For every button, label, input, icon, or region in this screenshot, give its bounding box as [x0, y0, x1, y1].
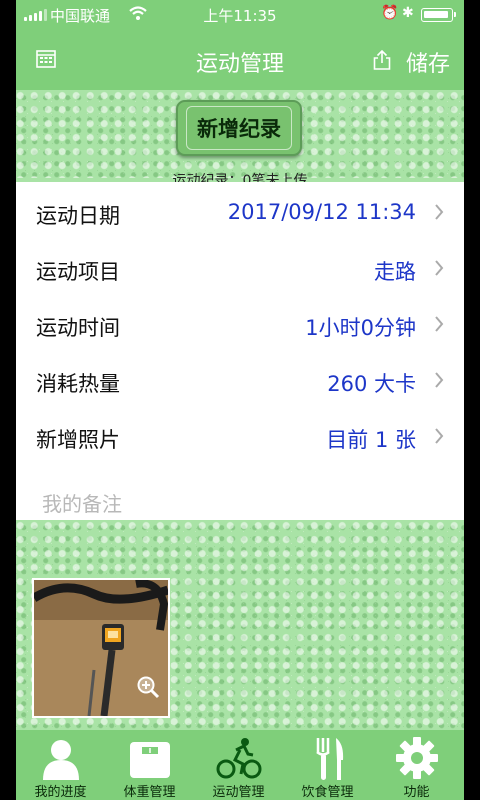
fork-knife-icon [306, 736, 350, 780]
row-label: 运动日期 [36, 204, 120, 228]
row-activity[interactable]: 运动项目 走路 [16, 240, 464, 296]
add-record-label: 新增纪录 [186, 106, 292, 150]
records-status: 运动纪录：0笔未上传 [172, 173, 308, 182]
app-screen: 中国联通 上午11:35 ⏰ ✱ 运动管理 储存 新增纪录 运动纪录：0笔未上传… [16, 0, 464, 800]
row-calories[interactable]: 消耗热量 260 大卡 [16, 352, 464, 408]
tab-weight[interactable]: 体重管理 [105, 730, 194, 800]
chevron-right-icon [434, 427, 444, 449]
battery-icon [421, 8, 456, 22]
row-value: 260 大卡 [327, 372, 416, 396]
tab-exercise[interactable]: 运动管理 [194, 730, 283, 800]
row-label: 消耗热量 [36, 372, 120, 396]
row-value: 走路 [374, 260, 416, 284]
row-photos[interactable]: 新增照片 目前 1 张 [16, 408, 464, 464]
tab-bar: 我的进度 体重管理 运动管理 饮食管理 功能 [16, 730, 464, 800]
zoom-in-icon[interactable] [136, 675, 160, 703]
row-label: 运动项目 [36, 260, 120, 284]
row-label: 新增照片 [36, 428, 120, 452]
tab-functions[interactable]: 功能 [372, 730, 461, 800]
row-date[interactable]: 运动日期 2017/09/12 11:34 [16, 184, 464, 240]
save-button[interactable]: 储存 [406, 46, 450, 78]
row-label: 运动时间 [36, 316, 120, 340]
chevron-right-icon [434, 315, 444, 337]
scale-icon [128, 736, 172, 780]
exercise-form: 运动日期 2017/09/12 11:34 运动项目 走路 运动时间 1小时0分… [16, 182, 464, 520]
tab-label: 体重管理 [123, 785, 176, 800]
tab-label: 功能 [403, 785, 430, 800]
tab-label: 饮食管理 [301, 785, 354, 800]
page-title: 运动管理 [195, 52, 284, 77]
tab-label: 我的进度 [34, 785, 87, 800]
chevron-right-icon [434, 259, 444, 281]
row-duration[interactable]: 运动时间 1小时0分钟 [16, 296, 464, 352]
add-record-button[interactable]: 新增纪录 [176, 100, 302, 156]
share-icon[interactable] [372, 49, 392, 75]
alarm-icon: ⏰ [381, 5, 399, 21]
row-value: 2017/09/12 11:34 [227, 200, 416, 224]
bluetooth-icon: ✱ [402, 5, 414, 21]
nav-bar: 运动管理 储存 [16, 30, 464, 90]
tab-diet[interactable]: 饮食管理 [283, 730, 372, 800]
bicycle-icon [215, 736, 263, 780]
row-value: 目前 1 张 [326, 428, 416, 452]
person-icon [39, 736, 83, 780]
gear-icon [395, 736, 439, 780]
notes-field[interactable]: 我的备注 [42, 488, 122, 517]
chevron-right-icon [434, 203, 444, 225]
status-bar: 中国联通 上午11:35 ⏰ ✱ [16, 0, 464, 30]
chevron-right-icon [434, 371, 444, 393]
row-value: 1小时0分钟 [305, 316, 416, 340]
tab-progress[interactable]: 我的进度 [16, 730, 105, 800]
tab-label: 运动管理 [212, 785, 265, 800]
